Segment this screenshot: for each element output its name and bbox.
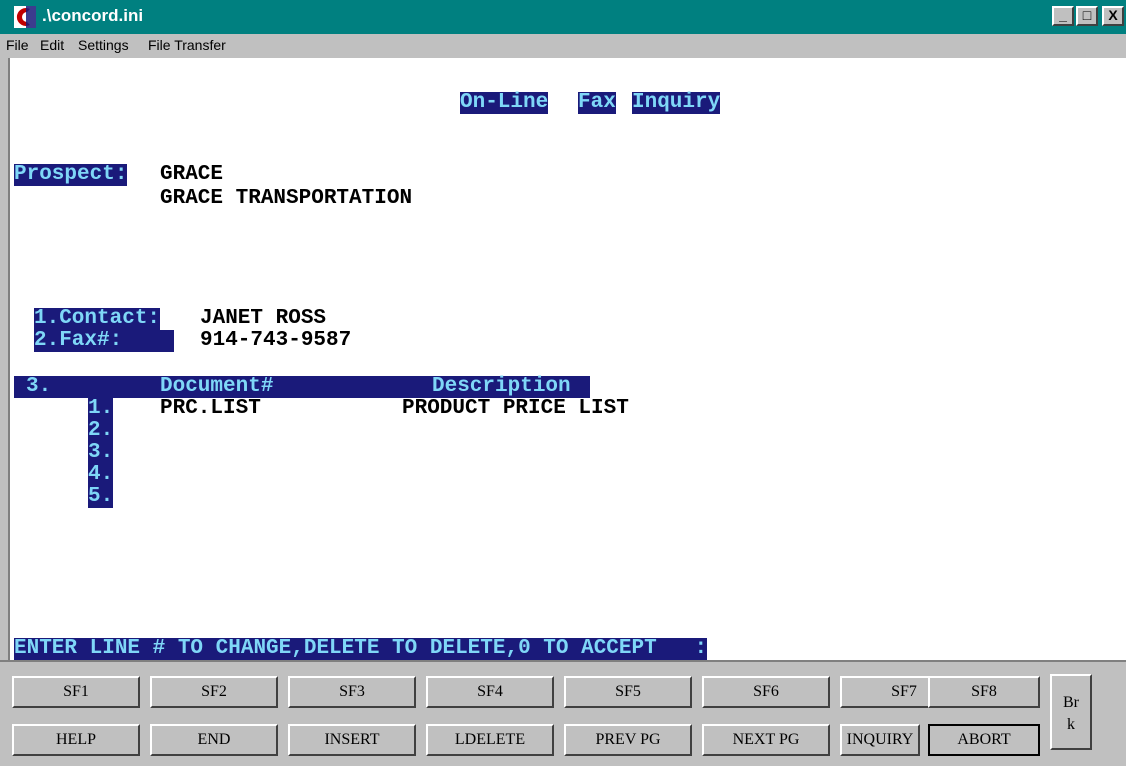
title-bar: .\concord.ini _ □ X [0, 0, 1126, 34]
contact-value: JANET ROSS [200, 307, 327, 330]
contact-label[interactable]: 1.Contact: [34, 308, 161, 330]
menu-file-transfer[interactable]: File Transfer [148, 37, 226, 53]
sf1-key[interactable]: SF1 [12, 676, 140, 708]
maximize-button[interactable]: □ [1076, 6, 1098, 26]
menu-edit[interactable]: Edit [40, 37, 64, 53]
document-line-number: 4. [88, 463, 114, 486]
function-key-bar: SF1 SF2 SF3 SF4 SF5 SF6 SF7 SF8 HELP END… [0, 660, 1126, 766]
sf4-key[interactable]: SF4 [426, 676, 554, 708]
sf2-key[interactable]: SF2 [150, 676, 278, 708]
command-prompt[interactable]: ENTER LINE # TO CHANGE,DELETE TO DELETE,… [14, 638, 708, 660]
insert-key[interactable]: INSERT [288, 724, 416, 756]
minimize-button[interactable]: _ [1052, 6, 1074, 26]
menu-bar: File Edit Settings File Transfer [0, 34, 1126, 56]
fax-value: 914-743-9587 [200, 329, 352, 352]
terminal-screen[interactable]: On-Line Fax Inquiry Prospect: GRACE GRAC… [8, 58, 1126, 660]
prospect-label: Prospect: [14, 163, 128, 186]
end-key[interactable]: END [150, 724, 278, 756]
screen-title-word-3: Inquiry [632, 91, 721, 114]
document-column-header: Document# [160, 375, 274, 398]
break-key[interactable]: Br k [1050, 674, 1092, 750]
prospect-name: GRACE TRANSPORTATION [160, 187, 413, 210]
document-line-number: 2. [88, 419, 114, 442]
sf5-key[interactable]: SF5 [564, 676, 692, 708]
close-button[interactable]: X [1102, 6, 1124, 26]
sf8-key[interactable]: SF8 [928, 676, 1040, 708]
break-key-label-line1: Br [1063, 694, 1079, 711]
app-icon [14, 6, 36, 28]
sf3-key[interactable]: SF3 [288, 676, 416, 708]
prev-page-key[interactable]: PREV PG [564, 724, 692, 756]
document-line-number: 5. [88, 485, 114, 508]
documents-section-number[interactable]: 3. [26, 376, 52, 398]
sf6-key[interactable]: SF6 [702, 676, 830, 708]
prospect-code: GRACE [160, 163, 224, 186]
document-line-number: 3. [88, 441, 114, 464]
document-description: PRODUCT PRICE LIST [402, 397, 629, 420]
next-page-key[interactable]: NEXT PG [702, 724, 830, 756]
document-number: PRC.LIST [160, 397, 261, 420]
menu-file[interactable]: File [6, 37, 29, 53]
help-key[interactable]: HELP [12, 724, 140, 756]
screen-title-word-2: Fax [578, 91, 616, 114]
menu-settings[interactable]: Settings [78, 37, 129, 53]
window-title: .\concord.ini [42, 6, 144, 25]
screen-title-word-1: On-Line [460, 91, 549, 114]
description-column-header: Description [432, 375, 571, 398]
fax-label[interactable]: 2.Fax#: [34, 330, 174, 352]
abort-key[interactable]: ABORT [928, 724, 1040, 756]
break-key-label-line2: k [1067, 716, 1075, 733]
inquiry-key[interactable]: INQUIRY [840, 724, 920, 756]
ldelete-key[interactable]: LDELETE [426, 724, 554, 756]
document-line-number: 1. [88, 397, 114, 420]
